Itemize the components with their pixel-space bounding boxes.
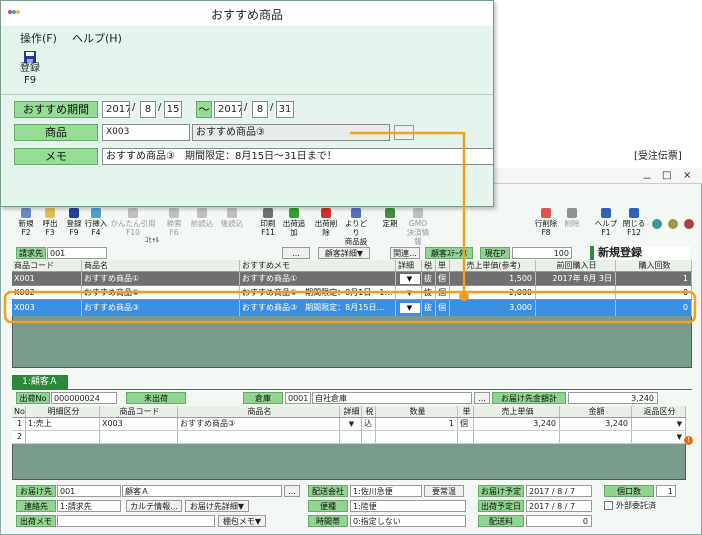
highlight-overlay	[3, 131, 697, 324]
highlight-frame	[3, 290, 697, 324]
highlight-connector	[350, 131, 466, 296]
